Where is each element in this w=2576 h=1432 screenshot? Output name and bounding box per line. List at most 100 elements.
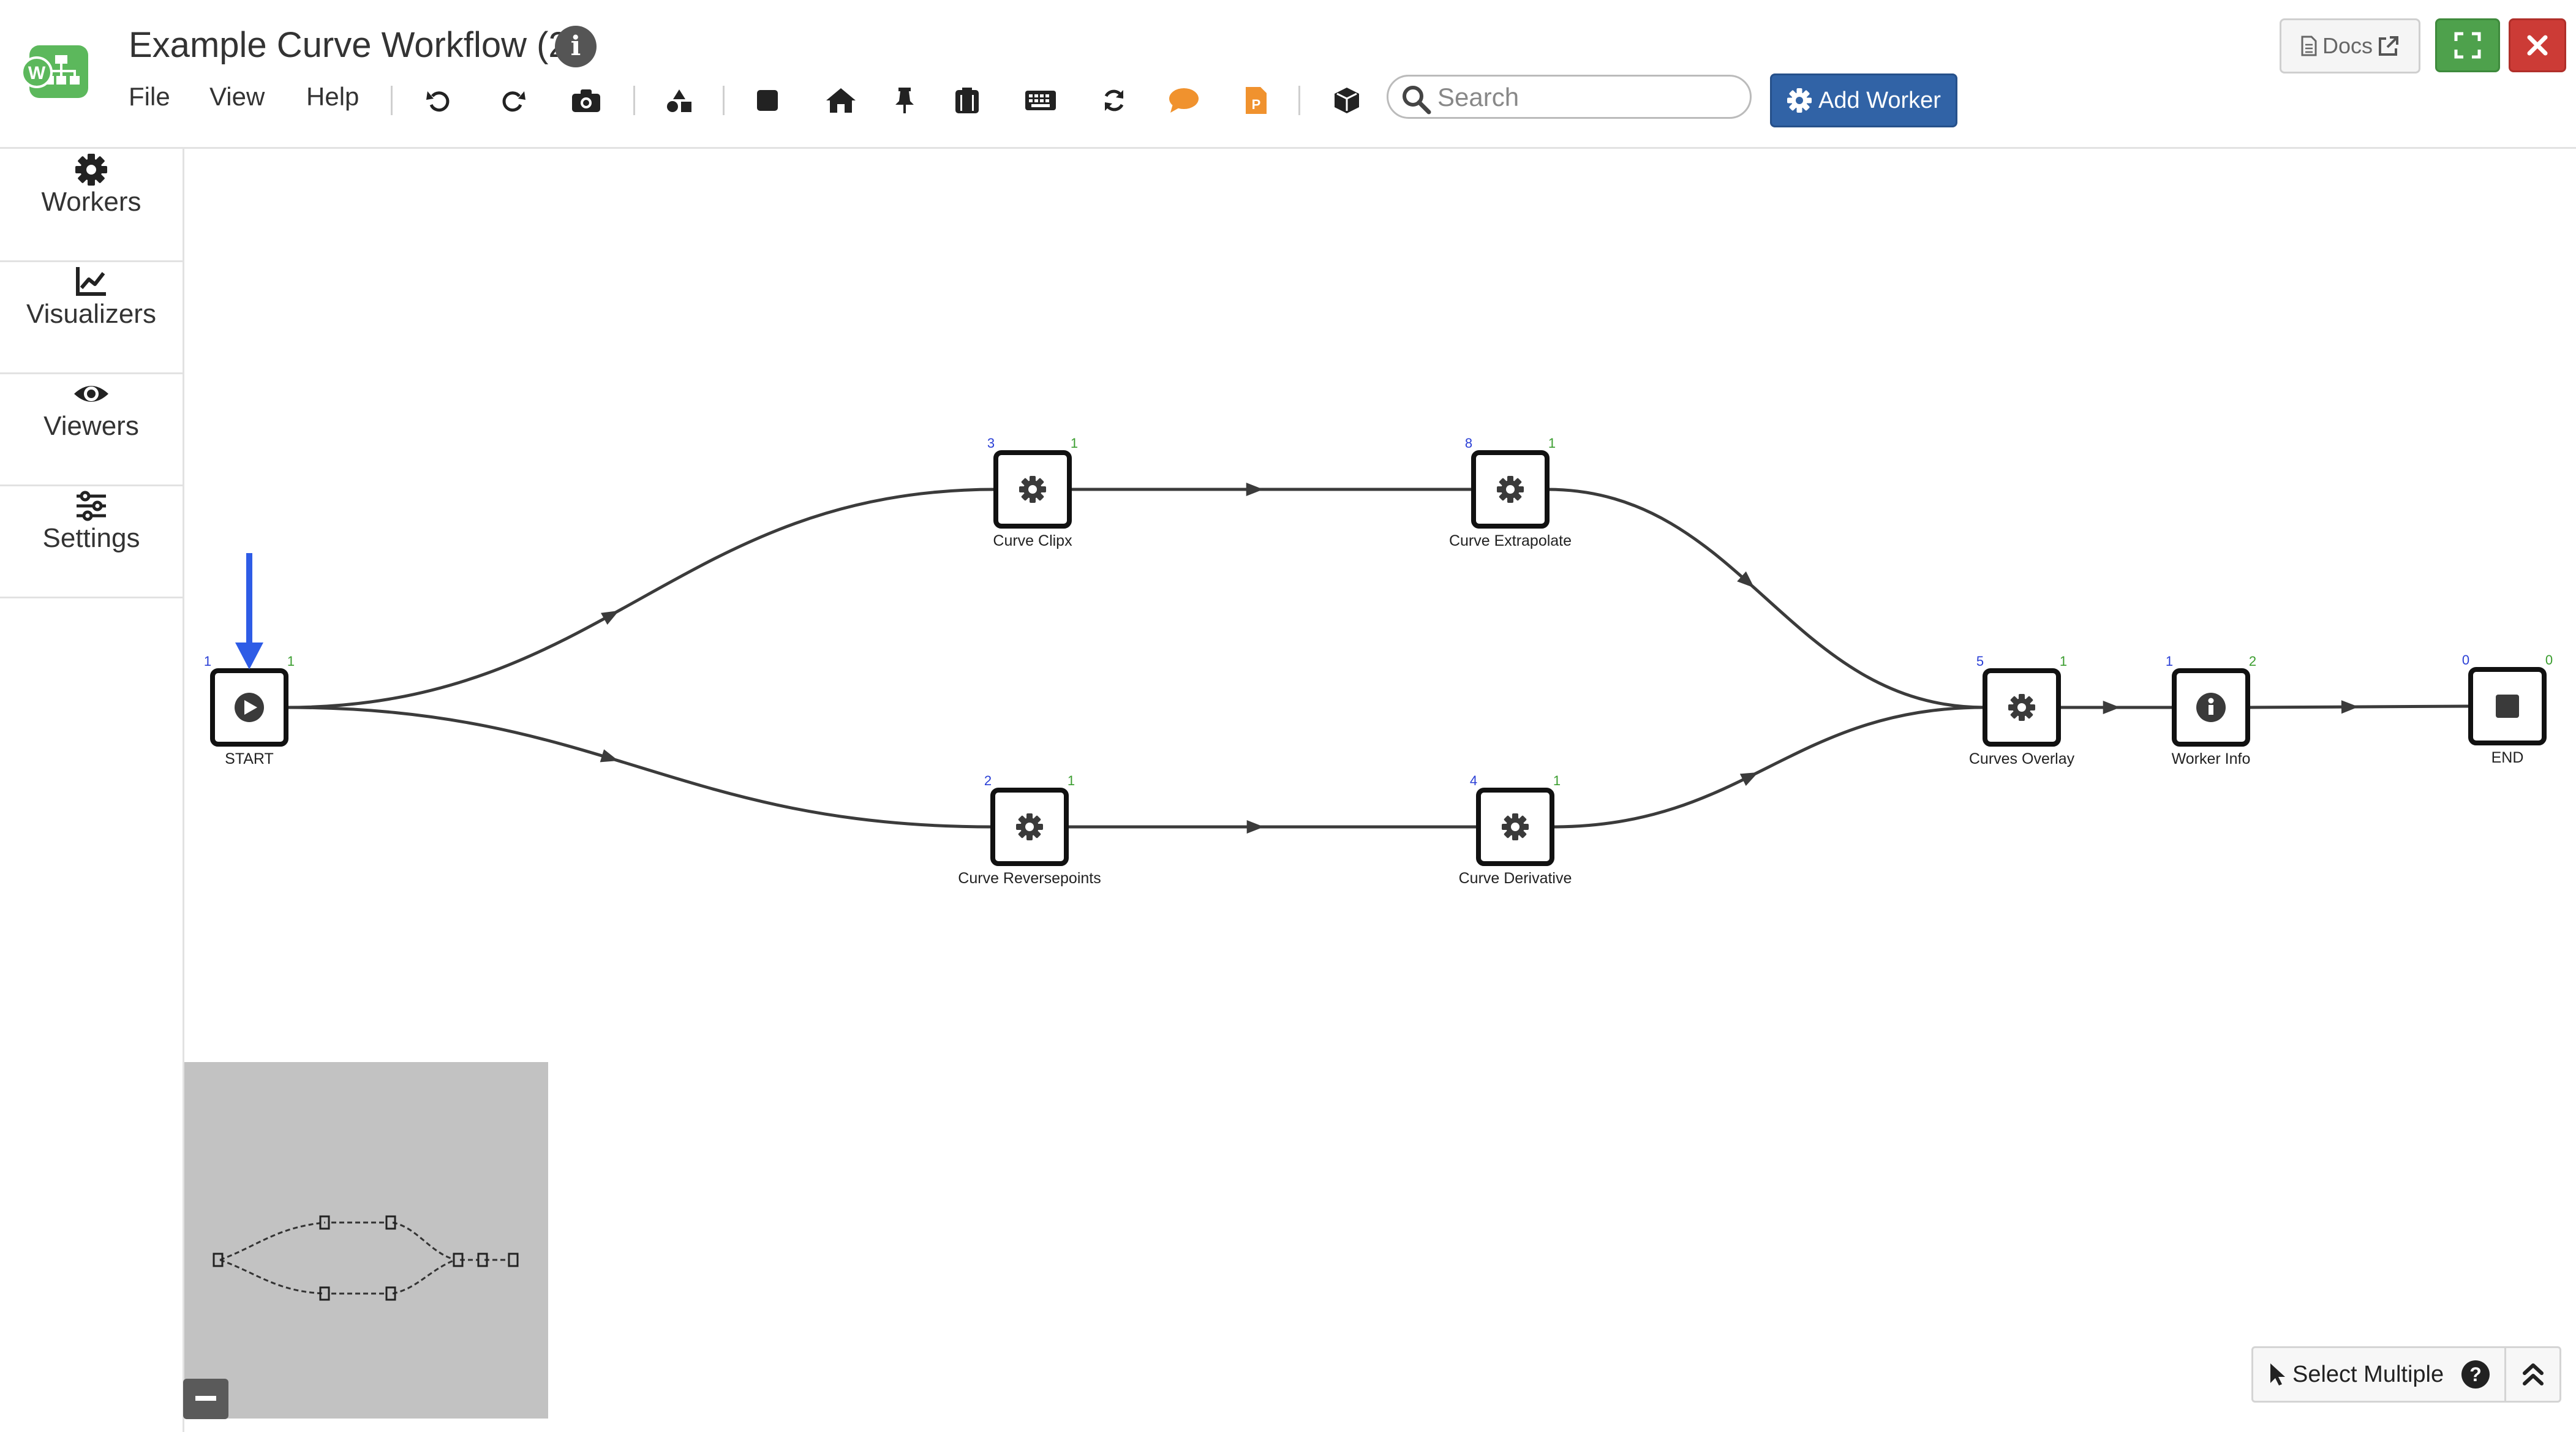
sidebar-item-workers[interactable]: Workers xyxy=(0,149,183,262)
node-start[interactable]: START 1 1 xyxy=(204,654,295,767)
sidebar-item-viewers[interactable]: Viewers xyxy=(0,373,183,486)
pin-button[interactable] xyxy=(883,82,926,119)
output-port-count: 2 xyxy=(2249,654,2256,669)
edge-extrap-overlay[interactable] xyxy=(1546,488,1986,709)
screenshot-button[interactable] xyxy=(565,82,608,119)
search-icon xyxy=(1403,86,1431,115)
fullscreen-button[interactable] xyxy=(2435,18,2500,72)
menu-help[interactable]: Help xyxy=(306,82,359,111)
expand-icon xyxy=(2454,32,2481,59)
sidebar-item-settings[interactable]: Settings xyxy=(0,485,183,598)
edge-start-clipx[interactable] xyxy=(285,488,996,709)
minimap-collapse-button[interactable] xyxy=(183,1379,228,1419)
redo-button[interactable] xyxy=(491,82,534,119)
add-worker-label: Add Worker xyxy=(1818,87,1941,113)
output-port-count: 1 xyxy=(1548,435,1556,451)
output-port-count: 1 xyxy=(1553,773,1561,788)
docs-button[interactable]: Docs xyxy=(2280,18,2420,73)
input-port-count: 1 xyxy=(204,654,211,669)
add-worker-button[interactable]: Add Worker xyxy=(1770,73,1957,127)
cube-button[interactable] xyxy=(1325,82,1368,119)
toolbar-divider xyxy=(633,86,635,115)
select-multiple-label: Select Multiple xyxy=(2292,1361,2444,1387)
pin-icon xyxy=(895,88,914,113)
logo-letter: W xyxy=(28,63,46,83)
export-pdf-button[interactable]: P xyxy=(1235,82,1278,119)
clipboard-button[interactable] xyxy=(946,82,989,119)
node-revpts[interactable]: Curve Reversepoints 2 1 xyxy=(958,773,1101,887)
keyboard-icon xyxy=(1025,91,1056,110)
toolbar-divider xyxy=(391,86,393,115)
search-input[interactable] xyxy=(1436,81,1739,113)
redo-icon xyxy=(502,91,525,112)
search-box[interactable] xyxy=(1387,75,1752,119)
sidebar-item-visualizers[interactable]: Visualizers xyxy=(0,261,183,374)
refresh-icon xyxy=(1104,89,1124,111)
node-label: Curve Reversepoints xyxy=(958,870,1101,887)
node-overlay[interactable]: Curves Overlay 5 1 xyxy=(1969,654,2075,767)
stop-icon xyxy=(757,90,778,111)
sidebar-item-label: Viewers xyxy=(43,411,139,441)
minus-icon xyxy=(195,1396,216,1401)
close-button[interactable] xyxy=(2509,18,2566,72)
input-port-count: 5 xyxy=(1976,654,1984,669)
gear-icon xyxy=(1787,88,1812,113)
close-icon xyxy=(2527,35,2548,56)
refresh-button[interactable] xyxy=(1093,82,1135,119)
gear-icon xyxy=(2008,694,2035,721)
input-port-count: 2 xyxy=(984,773,992,788)
output-port-count: 1 xyxy=(1071,435,1078,451)
docs-label: Docs xyxy=(2322,33,2373,58)
home-button[interactable] xyxy=(819,82,862,119)
home-icon xyxy=(826,88,856,113)
node-deriv[interactable]: Curve Derivative 4 1 xyxy=(1459,773,1572,887)
app-logo: W xyxy=(21,45,88,98)
gear-icon xyxy=(1502,813,1529,840)
node-clipx[interactable]: Curve Clipx 3 1 xyxy=(987,435,1078,549)
shapes-button[interactable] xyxy=(658,82,701,119)
node-label: Curve Derivative xyxy=(1459,870,1572,887)
workflow-title[interactable]: Example Curve Workflow (2) xyxy=(129,24,580,66)
cursor-icon xyxy=(2270,1363,2285,1385)
node-label: Curve Extrapolate xyxy=(1449,532,1572,549)
edges-layer xyxy=(285,483,2471,834)
comment-button[interactable] xyxy=(1162,82,1205,119)
shapes-icon xyxy=(667,89,691,112)
undo-button[interactable] xyxy=(418,82,461,119)
expand-panel-button[interactable] xyxy=(2506,1348,2559,1401)
node-label: END xyxy=(2491,749,2524,766)
menu-file[interactable]: File xyxy=(129,82,170,111)
gear-icon xyxy=(75,154,107,186)
input-port-count: 4 xyxy=(1470,773,1477,788)
info-icon xyxy=(2196,693,2226,722)
pdf-file-icon: P xyxy=(1246,87,1267,114)
node-end[interactable]: END 0 0 xyxy=(2462,652,2553,766)
edge-info-end[interactable] xyxy=(2247,704,2471,709)
keyboard-shortcuts-button[interactable] xyxy=(1019,82,1062,119)
edge-deriv-overlay[interactable] xyxy=(1551,706,1986,829)
edge-start-revpts[interactable] xyxy=(285,706,993,829)
line-chart-icon xyxy=(76,267,106,296)
output-port-count: 1 xyxy=(1068,773,1075,788)
minimap[interactable] xyxy=(184,1062,548,1419)
edge-arrow xyxy=(1246,483,1264,496)
info-icon[interactable]: i xyxy=(555,26,597,67)
sidebar-item-label: Settings xyxy=(42,523,140,553)
minimap-preview xyxy=(213,1215,519,1301)
edge-arrow xyxy=(2341,700,2359,714)
gear-icon xyxy=(1497,476,1524,503)
stop-button[interactable] xyxy=(746,82,789,119)
menu-view[interactable]: View xyxy=(209,82,265,111)
app-header: W Example Curve Workflow (2) i File View… xyxy=(0,0,2576,149)
node-label: Worker Info xyxy=(2172,750,2251,767)
sidebar-item-label: Visualizers xyxy=(26,299,156,329)
node-info[interactable]: Worker Info 1 2 xyxy=(2166,654,2256,767)
double-chevron-up-icon xyxy=(2522,1363,2544,1385)
sidebar-item-label: Workers xyxy=(41,187,141,217)
stop-icon xyxy=(2496,695,2519,718)
node-extrap[interactable]: Curve Extrapolate 8 1 xyxy=(1449,435,1572,549)
node-label: Curve Clipx xyxy=(993,532,1072,549)
node-label: START xyxy=(225,750,274,767)
output-port-count: 1 xyxy=(287,654,295,669)
question-icon[interactable]: ? xyxy=(2461,1360,2490,1389)
